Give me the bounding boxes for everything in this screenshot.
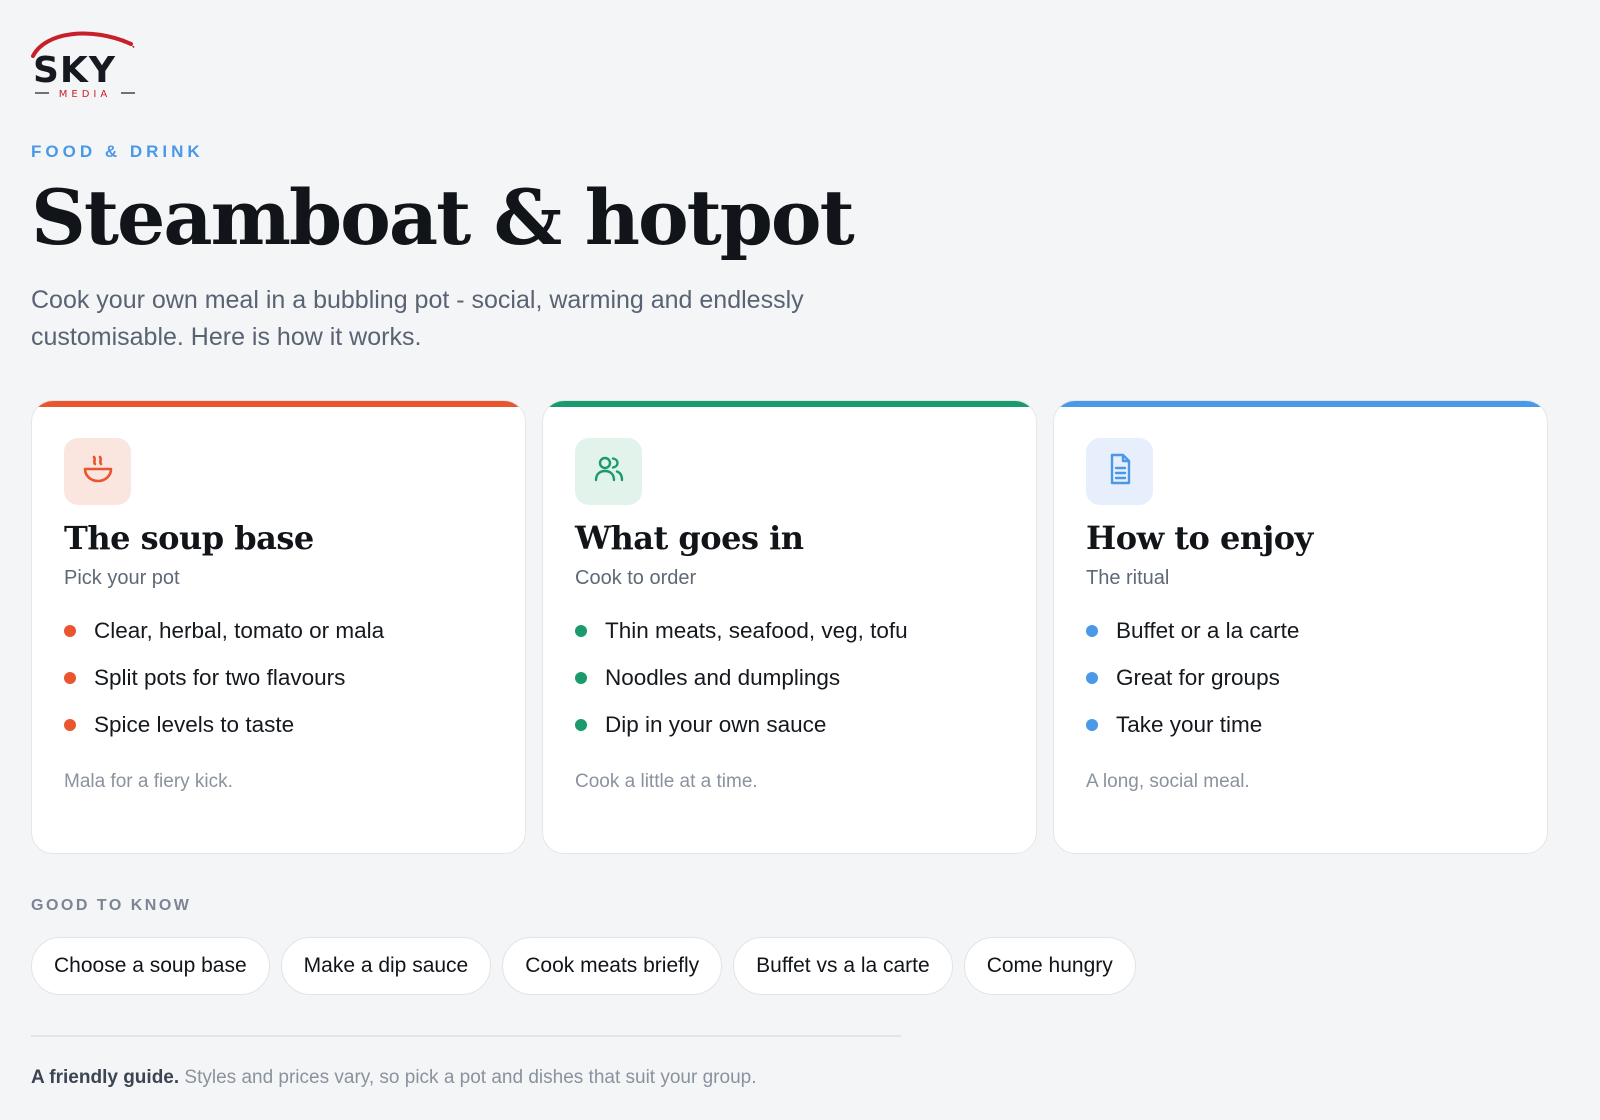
chip-choose-soup-base[interactable]: Choose a soup base <box>31 937 270 995</box>
document-icon <box>1103 452 1137 491</box>
bullet-dot <box>575 719 587 731</box>
good-to-know-label: GOOD TO KNOW <box>31 897 192 914</box>
list-item: Take your time <box>1086 701 1299 748</box>
list-item: Spice levels to taste <box>64 701 384 748</box>
card-accent-bar <box>543 401 1036 407</box>
list-item: Great for groups <box>1086 654 1299 701</box>
card-title: What goes in <box>575 519 804 557</box>
sky-media-logo[interactable]: SKY MEDIA <box>31 30 143 102</box>
card-icon-tile <box>64 438 131 505</box>
svg-text:SKY: SKY <box>33 50 116 91</box>
footer-text: Styles and prices vary, so pick a pot an… <box>179 1067 757 1088</box>
bullet-dot <box>64 625 76 637</box>
topic-chips: Choose a soup base Make a dip sauce Cook… <box>31 937 1136 995</box>
bullet-dot <box>1086 672 1098 684</box>
card-list: Thin meats, seafood, veg, tofu Noodles a… <box>575 607 908 748</box>
soup-bowl-icon <box>81 452 115 491</box>
footer-note: A friendly guide. Styles and prices vary… <box>31 1067 756 1089</box>
list-item: Dip in your own sauce <box>575 701 908 748</box>
list-item-text: Dip in your own sauce <box>605 712 827 737</box>
list-item-text: Clear, herbal, tomato or mala <box>94 618 385 643</box>
list-item: Thin meats, seafood, veg, tofu <box>575 607 908 654</box>
page: SKY MEDIA FOOD & DRINK Steamboat & hotpo… <box>0 0 1600 1120</box>
chip-come-hungry[interactable]: Come hungry <box>963 937 1136 995</box>
bullet-dot <box>575 625 587 637</box>
card-footnote: Cook a little at a time. <box>575 771 758 792</box>
card-subtitle: The ritual <box>1086 567 1170 589</box>
bullet-dot <box>1086 625 1098 637</box>
users-icon <box>592 452 626 491</box>
list-item: Buffet or a la carte <box>1086 607 1299 654</box>
card-subtitle: Pick your pot <box>64 567 180 589</box>
list-item: Clear, herbal, tomato or mala <box>64 607 384 654</box>
svg-text:MEDIA: MEDIA <box>59 89 111 100</box>
list-item-text: Noodles and dumplings <box>605 665 841 690</box>
page-intro: Cook your own meal in a bubbling pot - s… <box>31 286 804 351</box>
card-how-to-enjoy: How to enjoy The ritual Buffet or a la c… <box>1053 400 1548 854</box>
card-icon-tile <box>575 438 642 505</box>
list-item-text: Great for groups <box>1116 665 1280 690</box>
bullet-dot <box>1086 719 1098 731</box>
footer-lead: A friendly guide. <box>31 1067 180 1088</box>
bullet-dot <box>64 719 76 731</box>
list-item-text: Buffet or a la carte <box>1116 618 1300 643</box>
divider <box>31 1035 901 1037</box>
list-item-text: Spice levels to taste <box>94 712 295 737</box>
list-item: Noodles and dumplings <box>575 654 908 701</box>
bullet-dot <box>64 672 76 684</box>
card-title: How to enjoy <box>1086 519 1313 557</box>
card-soup-base: The soup base Pick your pot Clear, herba… <box>31 400 526 854</box>
card-list: Buffet or a la carte Great for groups Ta… <box>1086 607 1299 748</box>
card-accent-bar <box>1054 401 1547 407</box>
list-item: Split pots for two flavours <box>64 654 384 701</box>
chip-make-dip-sauce[interactable]: Make a dip sauce <box>280 937 492 995</box>
page-title: Steamboat & hotpot <box>31 173 855 262</box>
card-footnote: Mala for a fiery kick. <box>64 771 233 792</box>
list-item-text: Take your time <box>1116 712 1263 737</box>
chip-cook-meats-briefly[interactable]: Cook meats briefly <box>502 937 723 995</box>
list-item-text: Thin meats, seafood, veg, tofu <box>605 618 908 643</box>
card-accent-bar <box>32 401 525 407</box>
card-subtitle: Cook to order <box>575 567 697 589</box>
section-eyebrow: FOOD & DRINK <box>31 142 204 161</box>
card-footnote: A long, social meal. <box>1086 771 1250 792</box>
info-cards: The soup base Pick your pot Clear, herba… <box>31 400 1569 854</box>
bullet-dot <box>575 672 587 684</box>
card-what-goes-in: What goes in Cook to order Thin meats, s… <box>542 400 1037 854</box>
card-icon-tile <box>1086 438 1153 505</box>
card-title: The soup base <box>64 519 314 557</box>
chip-buffet-vs-a-la-carte[interactable]: Buffet vs a la carte <box>733 937 953 995</box>
card-list: Clear, herbal, tomato or mala Split pots… <box>64 607 384 748</box>
list-item-text: Split pots for two flavours <box>94 665 346 690</box>
